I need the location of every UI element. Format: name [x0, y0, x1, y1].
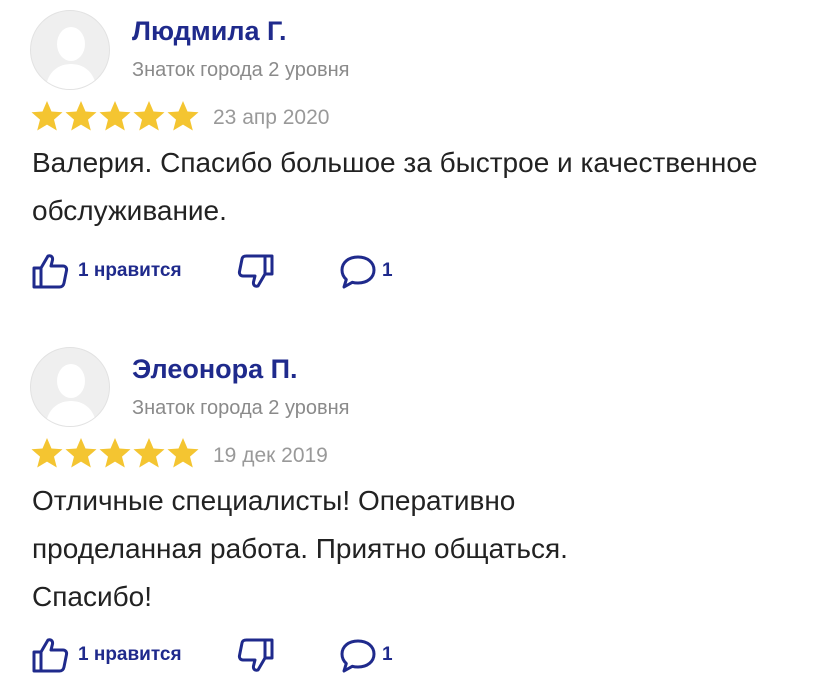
comments-button[interactable]: 1 [338, 251, 393, 291]
comment-count: 1 [382, 260, 393, 281]
avatar[interactable] [30, 347, 110, 427]
comment-icon [340, 639, 376, 673]
author-level: Знаток города 2 уровня [132, 59, 350, 81]
comment-count: 1 [382, 644, 393, 665]
thumbs-down-icon [237, 638, 274, 672]
dislike-button[interactable] [236, 635, 276, 675]
review-text: Валерия. Спасибо большое за быстрое и ка… [32, 147, 758, 226]
star-icon [65, 438, 97, 468]
like-count-label: 1 нравится [78, 260, 182, 281]
review-date: 19 дек 2019 [213, 444, 328, 467]
star-icon [133, 101, 165, 131]
star-icon [31, 438, 63, 468]
like-button[interactable]: 1 нравится [30, 635, 182, 675]
like-button[interactable]: 1 нравится [30, 251, 182, 291]
star-icon [31, 101, 63, 131]
star-icon [65, 101, 97, 131]
thumbs-up-icon [32, 638, 69, 673]
review-text: Отличные специалисты! Оперативно продела… [32, 485, 568, 612]
author-level: Знаток города 2 уровня [132, 397, 350, 419]
avatar-placeholder-icon [45, 364, 97, 426]
avatar-placeholder-icon [45, 27, 97, 89]
star-icon [133, 438, 165, 468]
comments-button[interactable]: 1 [338, 635, 393, 675]
thumbs-up-icon [32, 254, 69, 289]
rating-stars [30, 436, 200, 472]
star-icon [99, 101, 131, 131]
review-date: 23 апр 2020 [213, 106, 330, 129]
star-icon [99, 438, 131, 468]
rating-stars [30, 99, 200, 135]
avatar[interactable] [30, 10, 110, 90]
like-count-label: 1 нравится [78, 644, 182, 665]
dislike-button[interactable] [236, 251, 276, 291]
star-icon [167, 438, 199, 468]
review-author[interactable]: Людмила Г. [132, 16, 286, 47]
thumbs-down-icon [237, 254, 274, 288]
comment-icon [340, 255, 376, 289]
review-author[interactable]: Элеонора П. [132, 354, 298, 385]
star-icon [167, 101, 199, 131]
